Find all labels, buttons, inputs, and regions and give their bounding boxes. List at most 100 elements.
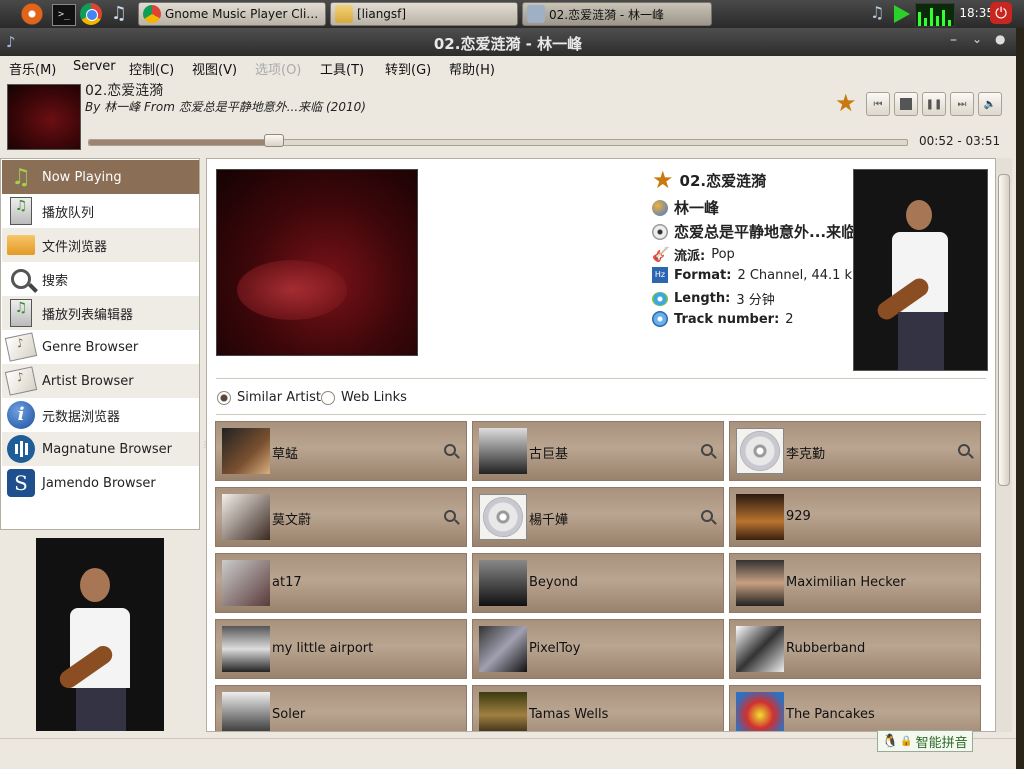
menu-music[interactable]: 音乐(M) bbox=[9, 59, 56, 78]
pane-resize-handle[interactable]: ⋮ bbox=[201, 440, 209, 449]
sidebar-item-search[interactable]: 搜索 bbox=[2, 262, 199, 296]
stop-button[interactable] bbox=[894, 92, 918, 116]
artist-icon: ♪ bbox=[4, 366, 38, 396]
music-player-icon bbox=[527, 5, 545, 23]
menu-goto[interactable]: 转到(G) bbox=[385, 59, 431, 78]
search-icon bbox=[6, 265, 38, 293]
music-note-tray-icon[interactable]: ♫ bbox=[870, 3, 884, 22]
byline-album[interactable]: 恋爱总是平静地意外...来临 bbox=[179, 100, 322, 114]
byline-by: By bbox=[85, 100, 101, 114]
tab-web-links[interactable]: Web Links bbox=[321, 390, 407, 405]
main-scrollbar[interactable] bbox=[996, 158, 1012, 732]
seek-bar-thumb[interactable] bbox=[264, 134, 284, 147]
stop-icon bbox=[900, 98, 912, 110]
menu-options: 选项(O) bbox=[255, 63, 302, 78]
similar-artist-card[interactable]: at17 bbox=[215, 553, 467, 613]
folder-icon bbox=[6, 231, 36, 259]
sidebar-item-queue[interactable]: ♫ 播放队列 bbox=[2, 194, 199, 228]
menu-view[interactable]: 视图(V) bbox=[192, 59, 237, 78]
tab-similar-artist[interactable]: Similar Artist bbox=[217, 390, 321, 405]
menu-help[interactable]: 帮助(H) bbox=[449, 59, 495, 78]
similar-artist-card[interactable]: Soler bbox=[215, 685, 467, 731]
scrollbar-thumb[interactable] bbox=[998, 174, 1010, 486]
power-icon[interactable]: ⏻ bbox=[990, 2, 1012, 24]
seek-bar-fill bbox=[89, 140, 274, 145]
next-button[interactable]: ⏭ bbox=[950, 92, 974, 116]
play-tray-icon[interactable] bbox=[894, 5, 910, 23]
similar-artist-card[interactable]: my little airport bbox=[215, 619, 467, 679]
minimize-button[interactable]: – bbox=[950, 32, 957, 48]
sidebar-item-file-browser[interactable]: 文件浏览器 bbox=[2, 228, 199, 262]
previous-button[interactable]: ⏮ bbox=[866, 92, 890, 116]
chrome-icon bbox=[143, 5, 161, 23]
search-icon[interactable] bbox=[444, 510, 460, 525]
ubuntu-menu-icon[interactable] bbox=[20, 2, 44, 26]
maximize-button[interactable]: ⌄ bbox=[972, 32, 982, 46]
clock[interactable]: 18:35 bbox=[959, 6, 994, 20]
search-icon[interactable] bbox=[701, 510, 717, 525]
sidebar-item-genre-browser[interactable]: ♪ Genre Browser bbox=[2, 330, 199, 364]
similar-artist-card[interactable]: 李克勤 bbox=[729, 421, 981, 481]
close-button[interactable]: ● bbox=[995, 32, 1005, 46]
window-titlebar[interactable]: ♪ 02.恋爱涟漪 - 林一峰 – ⌄ ● bbox=[0, 28, 1016, 56]
artist-thumbnail bbox=[479, 692, 527, 731]
artist-thumbnail bbox=[222, 626, 270, 672]
similar-artist-card[interactable]: Maximilian Hecker bbox=[729, 553, 981, 613]
artist-thumbnail bbox=[479, 494, 527, 540]
taskbar-item-gmpc[interactable]: Gnome Music Player Client bbox=[138, 2, 326, 26]
sidebar-item-label: Jamendo Browser bbox=[42, 475, 156, 491]
queue-icon: ♫ bbox=[6, 197, 36, 225]
system-monitor-graph[interactable] bbox=[915, 3, 955, 27]
guitar-icon: 🎸 bbox=[652, 246, 670, 263]
favorite-star-icon[interactable]: ★ bbox=[835, 91, 857, 115]
menu-tools[interactable]: 工具(T) bbox=[320, 59, 364, 78]
byline-artist[interactable]: 林一峰 bbox=[104, 100, 140, 114]
sidebar-item-now-playing[interactable]: ♫ Now Playing bbox=[2, 160, 199, 194]
now-playing-pane: ★ 02.恋爱涟漪 林一峰 恋爱总是平静地意外...来临 🎸 流派: Pop H… bbox=[206, 158, 996, 732]
sidebar-item-artist-browser[interactable]: ♪ Artist Browser bbox=[2, 364, 199, 398]
taskbar-item-player[interactable]: 02.恋爱涟漪 - 林一峰 bbox=[522, 2, 712, 26]
menu-control[interactable]: 控制(C) bbox=[129, 59, 174, 78]
track-number-icon bbox=[652, 311, 668, 327]
similar-artist-card[interactable]: 古巨基 bbox=[472, 421, 724, 481]
song-artist[interactable]: 林一峰 bbox=[674, 197, 719, 218]
sidebar-item-label: 播放队列 bbox=[42, 205, 95, 221]
sidebar-item-metadata-browser[interactable]: i 元数据浏览器 bbox=[2, 398, 199, 432]
search-icon[interactable] bbox=[444, 444, 460, 459]
radio-unselected-icon bbox=[321, 390, 335, 405]
sidebar-item-label: Genre Browser bbox=[42, 339, 139, 355]
similar-artist-card[interactable]: 楊千嬅 bbox=[472, 487, 724, 547]
volume-button[interactable]: 🔈 bbox=[978, 92, 1002, 116]
album-cover-thumbnail[interactable] bbox=[7, 84, 81, 150]
similar-artist-card[interactable]: PixelToy bbox=[472, 619, 724, 679]
song-genre-row: 🎸 流派: Pop bbox=[652, 245, 735, 265]
similar-artist-card[interactable]: The Pancakes bbox=[729, 685, 981, 731]
sidebar-item-jamendo-browser[interactable]: S Jamendo Browser bbox=[2, 466, 199, 500]
sidebar-item-magnatune-browser[interactable]: Magnatune Browser bbox=[2, 432, 199, 466]
similar-artist-card[interactable]: 草蜢 bbox=[215, 421, 467, 481]
length-label: Length: bbox=[674, 291, 731, 306]
sidebar-item-label: Magnatune Browser bbox=[42, 441, 173, 457]
similar-artist-card[interactable]: Beyond bbox=[472, 553, 724, 613]
music-launcher-icon[interactable]: ♫ bbox=[108, 3, 130, 25]
folder-icon bbox=[335, 5, 353, 23]
tab-similar-label: Similar Artist bbox=[237, 390, 322, 405]
song-star-icon[interactable]: ★ bbox=[652, 168, 674, 192]
pause-button[interactable]: ❚❚ bbox=[922, 92, 946, 116]
now-playing-title: 02.恋爱涟漪 bbox=[85, 83, 164, 99]
menu-server[interactable]: Server bbox=[73, 59, 116, 74]
taskbar-label: Gnome Music Player Client bbox=[165, 7, 325, 21]
song-album[interactable]: 恋爱总是平静地意外...来临 bbox=[674, 221, 856, 242]
search-icon[interactable] bbox=[701, 444, 717, 459]
sidebar-item-playlist-editor[interactable]: ♫ 播放列表编辑器 bbox=[2, 296, 199, 330]
similar-artist-card[interactable]: 莫文蔚 bbox=[215, 487, 467, 547]
similar-artist-card[interactable]: 929 bbox=[729, 487, 981, 547]
similar-artist-card[interactable]: Rubberband bbox=[729, 619, 981, 679]
ime-indicator[interactable]: 🐧 🔒 智能拼音 bbox=[877, 730, 973, 752]
terminal-icon[interactable]: >_ bbox=[52, 4, 76, 26]
search-icon[interactable] bbox=[958, 444, 974, 459]
similar-artist-card[interactable]: Tamas Wells bbox=[472, 685, 724, 731]
chrome-launcher-icon[interactable] bbox=[80, 3, 102, 25]
song-length-row: Length: 3 分钟 bbox=[652, 289, 775, 308]
taskbar-item-folder[interactable]: [liangsf] bbox=[330, 2, 518, 26]
